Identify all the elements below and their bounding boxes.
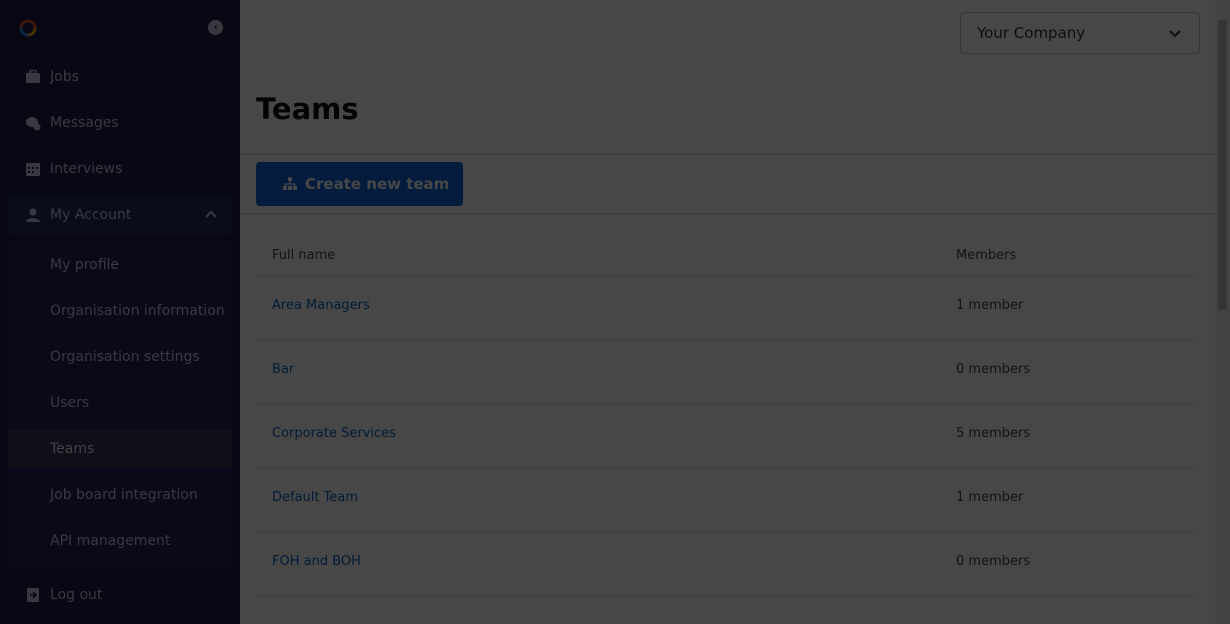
sidebar-item-organisation-settings[interactable]: Organisation settings (8, 338, 232, 376)
sidebar-item-label: Job board integration (50, 487, 198, 503)
sidebar-item-api-management[interactable]: API management (8, 522, 232, 560)
table-row: FOH and BOH 0 members (256, 531, 1196, 595)
team-members-count: 0 members (956, 554, 1031, 569)
sidebar-item-label: Messages (50, 115, 119, 131)
sidebar-item-label: My Account (50, 207, 132, 223)
create-new-team-button[interactable]: Create new team (256, 162, 463, 206)
sidebar-item-job-board-integration[interactable]: Job board integration (8, 476, 232, 514)
sidebar-item-my-account[interactable]: My Account (8, 196, 232, 234)
chevron-up-icon (205, 210, 217, 218)
table-row: Area Managers 1 member (256, 275, 1196, 339)
chat-icon (24, 114, 42, 132)
my-account-submenu: My profile Organisation information Orga… (8, 240, 232, 568)
sidebar-item-my-profile[interactable]: My profile (8, 246, 232, 284)
sidebar-item-label: Jobs (50, 69, 79, 85)
scrollbar-thumb[interactable] (1218, 20, 1227, 310)
sidebar-item-teams[interactable]: Teams (8, 430, 232, 468)
sidebar-item-organisation-information[interactable]: Organisation information (8, 292, 232, 330)
column-header-full-name[interactable]: Full name (272, 248, 335, 263)
sidebar-item-label: Organisation information (50, 303, 225, 319)
main-content: Your Company Teams Create new team Full … (240, 0, 1230, 624)
column-header-members[interactable]: Members (956, 248, 1016, 263)
sidebar-item-label: Interviews (50, 161, 123, 177)
briefcase-icon (24, 68, 42, 86)
table-row: Bar 0 members (256, 339, 1196, 403)
team-members-count: 0 members (956, 362, 1031, 377)
company-select-value: Your Company (977, 24, 1086, 42)
sidebar-item-label: API management (50, 533, 171, 549)
sidebar-item-label: My profile (50, 257, 120, 273)
team-name-link[interactable]: Area Managers (272, 298, 370, 313)
sidebar-item-interviews[interactable]: Interviews (8, 150, 232, 188)
sidebar: ‹ Jobs Messages Interviews My Account My… (0, 0, 240, 624)
team-members-count: 5 members (956, 426, 1031, 441)
chevron-down-icon (1169, 30, 1181, 38)
sidebar-item-label: Users (50, 395, 90, 411)
app-logo-icon[interactable] (18, 18, 38, 38)
sidebar-item-jobs[interactable]: Jobs (8, 58, 232, 96)
team-name-link[interactable]: Corporate Services (272, 426, 396, 441)
team-members-count: 1 member (956, 490, 1024, 505)
table-row (256, 595, 1196, 624)
table-row: Corporate Services 5 members (256, 403, 1196, 467)
user-icon (24, 206, 42, 224)
sidebar-item-label: Teams (50, 441, 95, 457)
divider (240, 154, 1215, 155)
logout-icon (24, 586, 42, 604)
team-name-link[interactable]: Default Team (272, 490, 358, 505)
sidebar-item-label: Organisation settings (50, 349, 200, 365)
calendar-icon (24, 160, 42, 178)
sidebar-item-label: Log out (50, 587, 103, 603)
sitemap-icon (283, 177, 297, 190)
create-new-team-label: Create new team (305, 175, 450, 193)
team-name-link[interactable]: Bar (272, 362, 294, 377)
sidebar-item-users[interactable]: Users (8, 384, 232, 422)
page-title: Teams (256, 92, 359, 126)
table-row: Default Team 1 member (256, 467, 1196, 531)
team-name-link[interactable]: FOH and BOH (272, 554, 361, 569)
company-select[interactable]: Your Company (960, 12, 1200, 54)
sidebar-item-messages[interactable]: Messages (8, 104, 232, 142)
sidebar-item-log-out[interactable]: Log out (8, 576, 232, 614)
team-members-count: 1 member (956, 298, 1024, 313)
collapse-sidebar-icon[interactable]: ‹ (208, 20, 223, 35)
divider (240, 213, 1215, 214)
page-scrollbar[interactable] (1215, 0, 1230, 624)
